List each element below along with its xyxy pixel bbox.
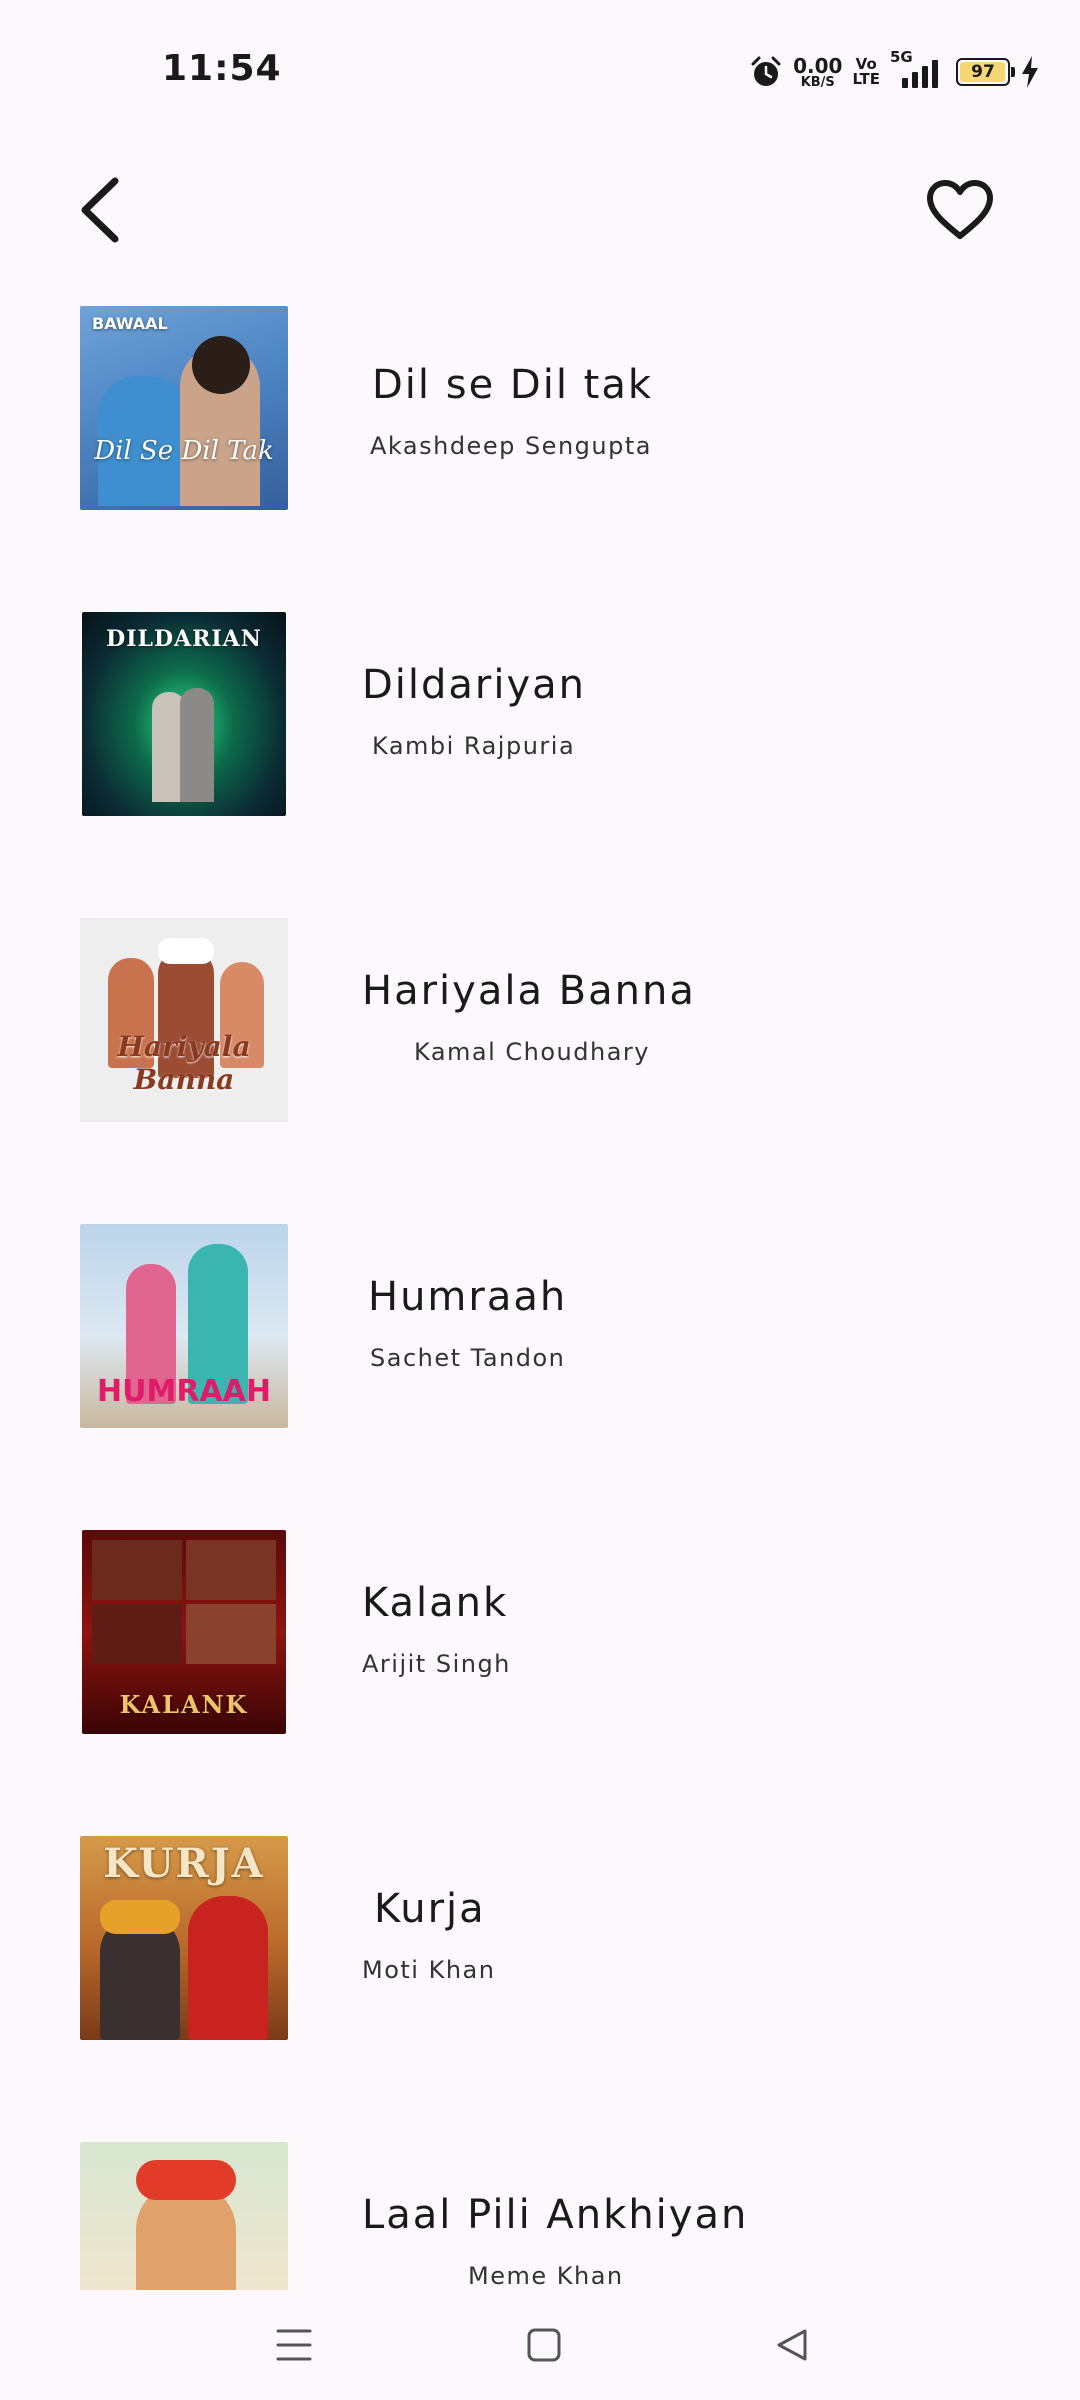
- cover-label: KALANK: [119, 1690, 249, 1719]
- song-artist: Kambi Rajpuria: [372, 732, 576, 760]
- heart-outline-icon: [927, 180, 993, 239]
- chevron-left-icon: [81, 177, 119, 243]
- song-title: Dildariyan: [362, 662, 587, 708]
- album-cover: HUMRAAH: [80, 1224, 288, 1428]
- network-speed: 0.00 KB/S: [793, 56, 842, 89]
- recent-apps-icon: [276, 2329, 312, 2361]
- song-artist: Meme Khan: [468, 2262, 624, 2290]
- song-item[interactable]: KURJA Kurja Moti Khan: [0, 1830, 1080, 2040]
- song-title: Kalank: [362, 1580, 509, 1626]
- song-item[interactable]: Laal Pili Ankhiyan Meme Khan: [0, 2136, 1080, 2290]
- album-cover: DILDARIAN: [82, 612, 286, 816]
- favorites-button[interactable]: [910, 160, 1010, 260]
- network-type: 5G: [890, 48, 913, 66]
- home-button[interactable]: [504, 2310, 584, 2380]
- cover-label: BAWAAL: [92, 314, 168, 333]
- song-artist: Sachet Tandon: [370, 1344, 566, 1372]
- song-item[interactable]: DILDARIAN Dildariyan Kambi Rajpuria: [0, 606, 1080, 816]
- cover-label: Hariyala Banna: [117, 1030, 251, 1096]
- cover-label: DILDARIAN: [106, 626, 262, 652]
- song-title: Kurja: [374, 1886, 486, 1932]
- album-cover: KURJA: [80, 1836, 288, 2040]
- song-title: Dil se Dil tak: [372, 362, 654, 408]
- battery-icon: 97: [956, 58, 1015, 86]
- header-bar: [0, 140, 1080, 280]
- network-speed-value: 0.00: [793, 53, 843, 78]
- album-cover: KALANK: [82, 1530, 286, 1734]
- song-list[interactable]: BAWAAL Dil Se Dil Tak Dil se Dil tak Aka…: [0, 300, 1080, 2290]
- back-triangle-icon: [777, 2329, 807, 2361]
- album-cover: Hariyala Banna: [80, 918, 288, 1122]
- song-item[interactable]: BAWAAL Dil Se Dil Tak Dil se Dil tak Aka…: [0, 300, 1080, 510]
- song-artist: Moti Khan: [362, 1956, 496, 1984]
- system-nav-bar: [0, 2290, 1080, 2400]
- album-cover: BAWAAL Dil Se Dil Tak: [80, 306, 288, 510]
- song-title: Humraah: [368, 1274, 568, 1320]
- song-item[interactable]: KALANK Kalank Arijit Singh: [0, 1524, 1080, 1734]
- home-icon: [527, 2328, 561, 2362]
- back-nav-button[interactable]: [752, 2310, 832, 2380]
- song-title: Hariyala Banna: [362, 968, 696, 1014]
- song-title: Laal Pili Ankhiyan: [362, 2192, 749, 2238]
- song-artist: Kamal Choudhary: [414, 1038, 650, 1066]
- recent-apps-button[interactable]: [254, 2310, 334, 2380]
- battery-level: 97: [971, 62, 995, 82]
- back-button[interactable]: [60, 160, 140, 260]
- cover-label: HUMRAAH: [97, 1374, 271, 1409]
- song-item[interactable]: HUMRAAH Humraah Sachet Tandon: [0, 1218, 1080, 1428]
- volte-bottom: LTE: [852, 70, 880, 88]
- network-speed-unit: KB/S: [800, 74, 835, 90]
- status-bar: 11:54 0.00 KB/S Vo LTE 5G 97: [0, 0, 1080, 140]
- charging-bolt-icon: [1022, 56, 1038, 88]
- song-item[interactable]: Hariyala Banna Hariyala Banna Kamal Chou…: [0, 912, 1080, 1122]
- alarm-icon: [751, 56, 781, 86]
- status-icons: 0.00 KB/S Vo LTE 5G 97: [749, 48, 1040, 92]
- volte-indicator: Vo LTE: [852, 57, 880, 87]
- song-artist: Arijit Singh: [362, 1650, 511, 1678]
- song-artist: Akashdeep Sengupta: [370, 432, 652, 460]
- cover-subtitle: Dil Se Dil Tak: [94, 436, 274, 466]
- status-time: 11:54: [162, 48, 282, 89]
- cover-label: KURJA: [103, 1840, 265, 1887]
- signal-icon: 5G: [890, 48, 946, 90]
- album-cover: [80, 2142, 288, 2290]
